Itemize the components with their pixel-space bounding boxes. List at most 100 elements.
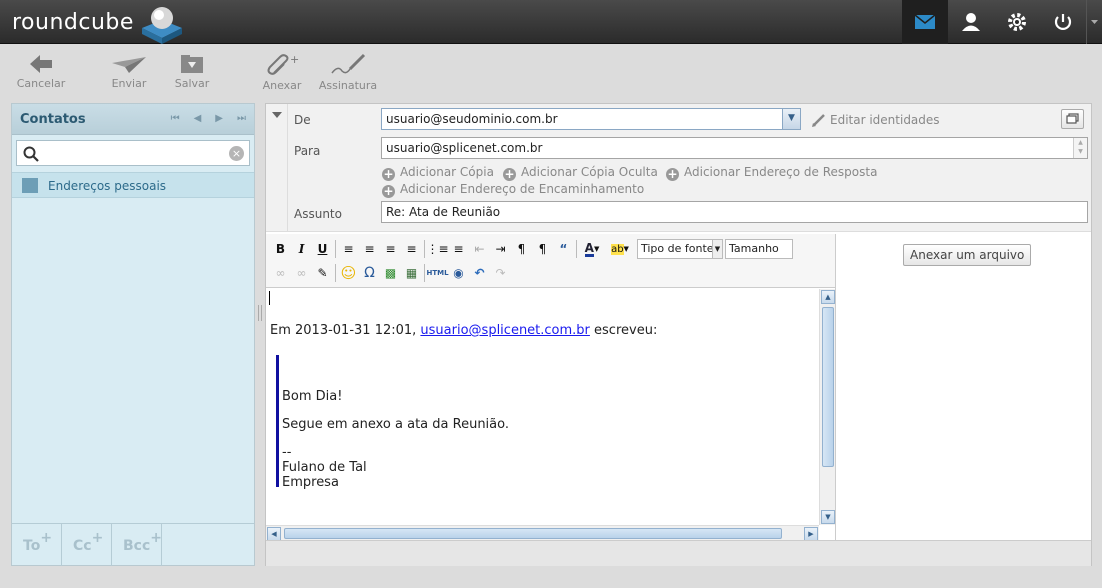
- clear-search-icon[interactable]: ×: [229, 146, 244, 161]
- plus-icon: +: [382, 167, 395, 181]
- numbered-list-button[interactable]: ≡: [448, 239, 469, 259]
- app-logo[interactable]: roundcube: [12, 10, 134, 35]
- blockquote-button[interactable]: “: [553, 239, 574, 259]
- contacts-pager: ⏮ ◀ ▶ ⏭: [171, 113, 246, 124]
- attach-file-button[interactable]: Anexar um arquivo: [903, 244, 1032, 266]
- add-reply-to-link[interactable]: + Adicionar Endereço de Resposta: [666, 165, 877, 181]
- collapse-headers-icon[interactable]: [272, 112, 282, 118]
- align-right-button[interactable]: ≡: [380, 239, 401, 259]
- first-page-icon[interactable]: ⏮: [171, 113, 180, 124]
- undo-icon[interactable]: ↶: [469, 263, 490, 283]
- vertical-scroll-thumb[interactable]: [822, 307, 834, 467]
- settings-nav-button[interactable]: [994, 0, 1040, 44]
- cancel-button[interactable]: Cancelar: [16, 53, 66, 90]
- send-label: Enviar: [111, 77, 147, 90]
- special-char-icon[interactable]: Ω: [359, 263, 380, 283]
- editor-body[interactable]: Em 2013-01-31 12:01, usuario@splicenet.c…: [266, 289, 819, 525]
- contacts-search-input[interactable]: ×: [16, 140, 250, 166]
- previous-page-icon[interactable]: ◀: [194, 113, 202, 124]
- editor-horizontal-scrollbar[interactable]: ◀ ▶: [266, 525, 819, 541]
- scroll-up-icon[interactable]: ▲: [821, 290, 835, 304]
- html-editor: B I U ≡ ≡ ≡ ≡ ⋮≡ ≡ ⇤ ⇥ ¶ ¶ “ A ▼ ab ▼ Tipo…: [266, 234, 836, 545]
- contacts-title: Contatos: [20, 112, 86, 127]
- add-bcc-link[interactable]: + Adicionar Cópia Oculta: [503, 165, 658, 181]
- to-field[interactable]: usuario@splicenet.com.br ▲ ▼: [381, 137, 1088, 159]
- redo-icon[interactable]: ↷: [490, 263, 511, 283]
- search-replace-icon[interactable]: ◉: [448, 263, 469, 283]
- align-left-button[interactable]: ≡: [338, 239, 359, 259]
- add-followup-to-link[interactable]: + Adicionar Endereço de Encaminhamento: [382, 182, 644, 198]
- editor-vertical-scrollbar[interactable]: ▲ ▼: [819, 289, 835, 525]
- attach-label: Anexar: [262, 79, 302, 92]
- mail-icon: [914, 14, 936, 29]
- plus-icon: +: [503, 167, 516, 181]
- background-color-button[interactable]: ab ▼: [605, 239, 635, 259]
- popout-button[interactable]: [1061, 109, 1084, 129]
- quoted-line: Empresa: [282, 475, 339, 490]
- html-source-icon[interactable]: HTML: [426, 263, 448, 283]
- add-bcc-button[interactable]: Bcc +: [112, 524, 162, 566]
- paperclip-icon: +: [267, 53, 299, 75]
- attach-button[interactable]: + Anexar: [260, 53, 304, 92]
- add-to-button[interactable]: To +: [12, 524, 62, 566]
- subject-field[interactable]: Re: Ata de Reunião: [381, 201, 1088, 223]
- italic-button[interactable]: I: [291, 239, 312, 259]
- edit-source-icon[interactable]: ✎: [312, 263, 333, 283]
- align-center-button[interactable]: ≡: [359, 239, 380, 259]
- indent-button[interactable]: ⇥: [490, 239, 511, 259]
- logo-cube-icon: [142, 7, 182, 44]
- chevron-down-icon[interactable]: [1086, 0, 1102, 44]
- bullet-list-button[interactable]: ⋮≡: [426, 239, 448, 259]
- edit-identities-link[interactable]: Editar identidades: [812, 113, 940, 127]
- back-arrow-icon: [30, 55, 52, 73]
- last-page-icon[interactable]: ⏭: [237, 113, 246, 124]
- underline-button[interactable]: U: [312, 239, 333, 259]
- contacts-footer: To + Cc + Bcc +: [12, 523, 254, 566]
- outdent-button[interactable]: ⇤: [469, 239, 490, 259]
- signature-button[interactable]: Assinatura: [318, 53, 378, 92]
- blockquote-bar: [276, 355, 279, 487]
- logout-nav-button[interactable]: [1040, 0, 1086, 44]
- text-color-button[interactable]: A ▼: [579, 239, 605, 259]
- save-button[interactable]: Salvar: [172, 53, 212, 90]
- align-justify-button[interactable]: ≡: [401, 239, 422, 259]
- quote-sender-link[interactable]: usuario@splicenet.com.br: [420, 323, 589, 338]
- unlink-icon[interactable]: ∞: [291, 263, 312, 283]
- compose-headers: De usuario@seudominio.com.br ▼ Editar id…: [266, 104, 1091, 232]
- scroll-down-icon[interactable]: ▼: [821, 510, 835, 524]
- to-value: usuario@splicenet.com.br: [386, 141, 543, 155]
- quote-intro: Em 2013-01-31 12:01, usuario@splicenet.c…: [270, 323, 658, 338]
- link-icon[interactable]: ∞: [270, 263, 291, 283]
- top-bar: roundcube: [0, 0, 1102, 44]
- rtl-button[interactable]: ¶: [532, 239, 553, 259]
- quoted-line: --: [282, 445, 292, 460]
- add-cc-button[interactable]: Cc +: [62, 524, 112, 566]
- signature-label: Assinatura: [318, 79, 378, 92]
- send-button[interactable]: Enviar: [109, 53, 149, 90]
- from-select[interactable]: usuario@seudominio.com.br ▼: [381, 108, 801, 130]
- font-family-select[interactable]: Tipo de fonte ▼: [637, 239, 723, 259]
- media-icon[interactable]: ▦: [401, 263, 422, 283]
- address-book-item[interactable]: Endereços pessoais: [12, 172, 254, 198]
- ltr-button[interactable]: ¶: [511, 239, 532, 259]
- save-label: Salvar: [174, 77, 210, 90]
- subject-label: Assunto: [294, 207, 342, 221]
- bold-button[interactable]: B: [270, 239, 291, 259]
- panel-splitter[interactable]: [258, 305, 262, 321]
- scroll-left-icon[interactable]: ◀: [267, 527, 281, 541]
- quoted-line: Bom Dia!: [282, 389, 343, 404]
- next-page-icon[interactable]: ▶: [215, 113, 223, 124]
- to-field-scroll[interactable]: ▲ ▼: [1073, 138, 1087, 158]
- horizontal-scroll-thumb[interactable]: [284, 528, 782, 539]
- font-size-select[interactable]: Tamanho: [725, 239, 793, 259]
- attachments-pane: Anexar um arquivo: [837, 234, 1091, 545]
- mail-nav-button[interactable]: [902, 0, 948, 44]
- chevron-down-icon: ▼: [782, 109, 800, 129]
- plus-icon: +: [666, 167, 679, 181]
- compose-footer: [266, 540, 1091, 566]
- emoticon-icon[interactable]: ☺: [338, 263, 359, 283]
- contacts-nav-button[interactable]: [948, 0, 994, 44]
- add-cc-link[interactable]: + Adicionar Cópia: [382, 165, 494, 181]
- scroll-right-icon[interactable]: ▶: [804, 527, 818, 541]
- image-icon[interactable]: ▩: [380, 263, 401, 283]
